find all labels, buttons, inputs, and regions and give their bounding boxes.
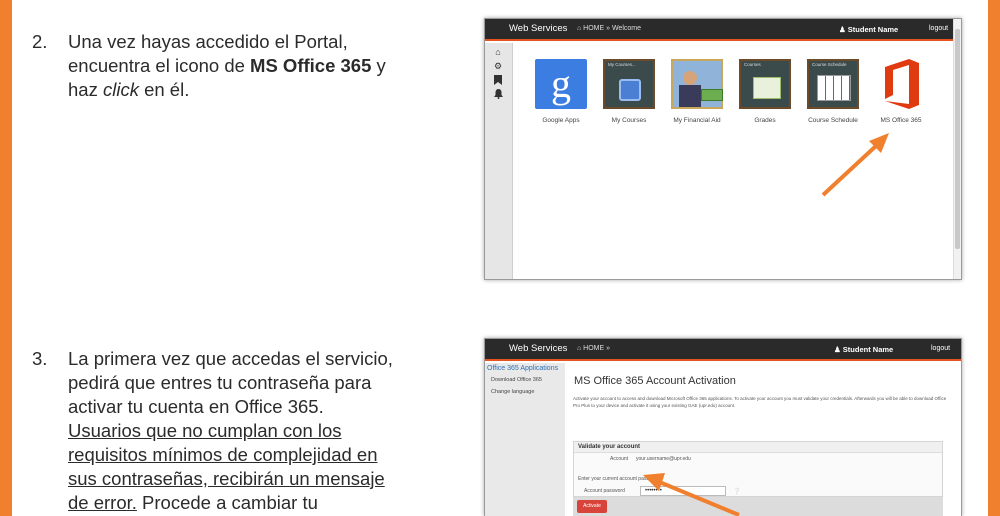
activation-description: Activate your account to access and down…	[573, 396, 947, 408]
password-label: Account password	[584, 488, 625, 494]
sidebar-header: Office 365 Applications	[487, 365, 559, 372]
user-name[interactable]: ♟ Student Name	[834, 345, 893, 354]
tile-label: MS Office 365	[880, 117, 922, 124]
account-value: your.username@upr.edu	[636, 456, 691, 462]
tile-grades[interactable]: Courses Grades	[735, 59, 795, 124]
step-bold-text: MS Office 365	[250, 55, 372, 76]
sidebar-item-language[interactable]: Change language	[485, 386, 565, 398]
page-title: MS Office 365 Account Activation	[574, 375, 736, 387]
right-border-strip	[988, 0, 1000, 516]
brand-title: Web Services	[509, 343, 568, 354]
logout-link[interactable]: logout	[929, 25, 948, 32]
bookmark-icon[interactable]	[493, 75, 503, 85]
step-text: Una vez hayas accedido el Portal, encuen…	[68, 30, 398, 102]
pointer-arrow	[643, 473, 740, 516]
step-text: La primera vez que accedas el servicio, …	[68, 347, 398, 515]
tile-label: My Courses	[611, 117, 647, 124]
scrollbar[interactable]	[953, 19, 961, 279]
bell-icon[interactable]	[493, 89, 503, 99]
step-italic-text: click	[102, 79, 139, 100]
financial-aid-icon	[671, 59, 723, 109]
tile-caption: Course Schedule	[812, 62, 847, 67]
activate-button[interactable]: Activate	[577, 500, 607, 513]
pointer-arrow	[821, 133, 889, 197]
tile-course-schedule[interactable]: Course Schedule Course Schedule	[803, 59, 863, 124]
portal-screenshot: Web Services ⌂ HOME » Welcome ♟ Student …	[484, 18, 962, 280]
gear-icon[interactable]: ⚙	[493, 61, 503, 71]
tile-label: My Financial Aid	[673, 117, 721, 124]
scrollbar-thumb[interactable]	[955, 29, 960, 249]
tile-financial-aid[interactable]: My Financial Aid	[667, 59, 727, 124]
tile-ms-office-365[interactable]: MS Office 365	[871, 59, 931, 124]
step-number: 3.	[32, 348, 48, 369]
logout-link[interactable]: logout	[931, 345, 950, 352]
portal-topbar: Web Services ⌂ HOME » Welcome ♟ Student …	[485, 19, 961, 41]
tile-google-apps[interactable]: g Google Apps	[531, 59, 591, 124]
tile-my-courses[interactable]: My Courses... My Courses	[599, 59, 659, 124]
tile-label: Google Apps	[542, 117, 580, 124]
panel-title: Validate your account	[574, 442, 942, 453]
tile-caption: My Courses...	[608, 62, 636, 67]
breadcrumb[interactable]: ⌂ HOME » Welcome	[577, 25, 641, 32]
left-border-strip	[0, 0, 12, 516]
brand-title: Web Services	[509, 23, 568, 34]
activation-main: MS Office 365 Account Activation Activat…	[565, 363, 961, 516]
tile-label: Grades	[754, 117, 776, 124]
step-text-part: La primera vez que accedas el servicio, …	[68, 348, 393, 417]
office-sidebar: Office 365 Applications Download Office …	[485, 363, 565, 516]
breadcrumb[interactable]: ⌂ HOME »	[577, 345, 610, 352]
schedule-icon: Course Schedule	[807, 59, 859, 109]
google-g-icon: g	[535, 59, 587, 109]
sidebar-item-download[interactable]: Download Office 365	[485, 374, 565, 386]
tile-caption: Courses	[744, 62, 761, 67]
office-icon	[875, 59, 927, 109]
validate-panel: Validate your account Account your.usern…	[573, 441, 943, 497]
step-number: 2.	[32, 31, 48, 52]
step-text-part: Procede a cambiar tu	[136, 492, 318, 513]
home-icon[interactable]: ⌂	[493, 47, 503, 57]
portal-sidebar: ⌂ ⚙	[485, 43, 513, 279]
account-label: Account	[610, 456, 629, 462]
action-bar: Activate	[573, 497, 943, 516]
tile-label: Course Schedule	[808, 117, 858, 124]
courses-icon: My Courses...	[603, 59, 655, 109]
grades-icon: Courses	[739, 59, 791, 109]
step-text-part: en él.	[138, 79, 190, 100]
user-name[interactable]: ♟ Student Name	[839, 25, 898, 34]
activation-screenshot: Web Services ⌂ HOME » ♟ Student Name log…	[484, 338, 962, 516]
activation-topbar: Web Services ⌂ HOME » ♟ Student Name log…	[485, 339, 961, 361]
